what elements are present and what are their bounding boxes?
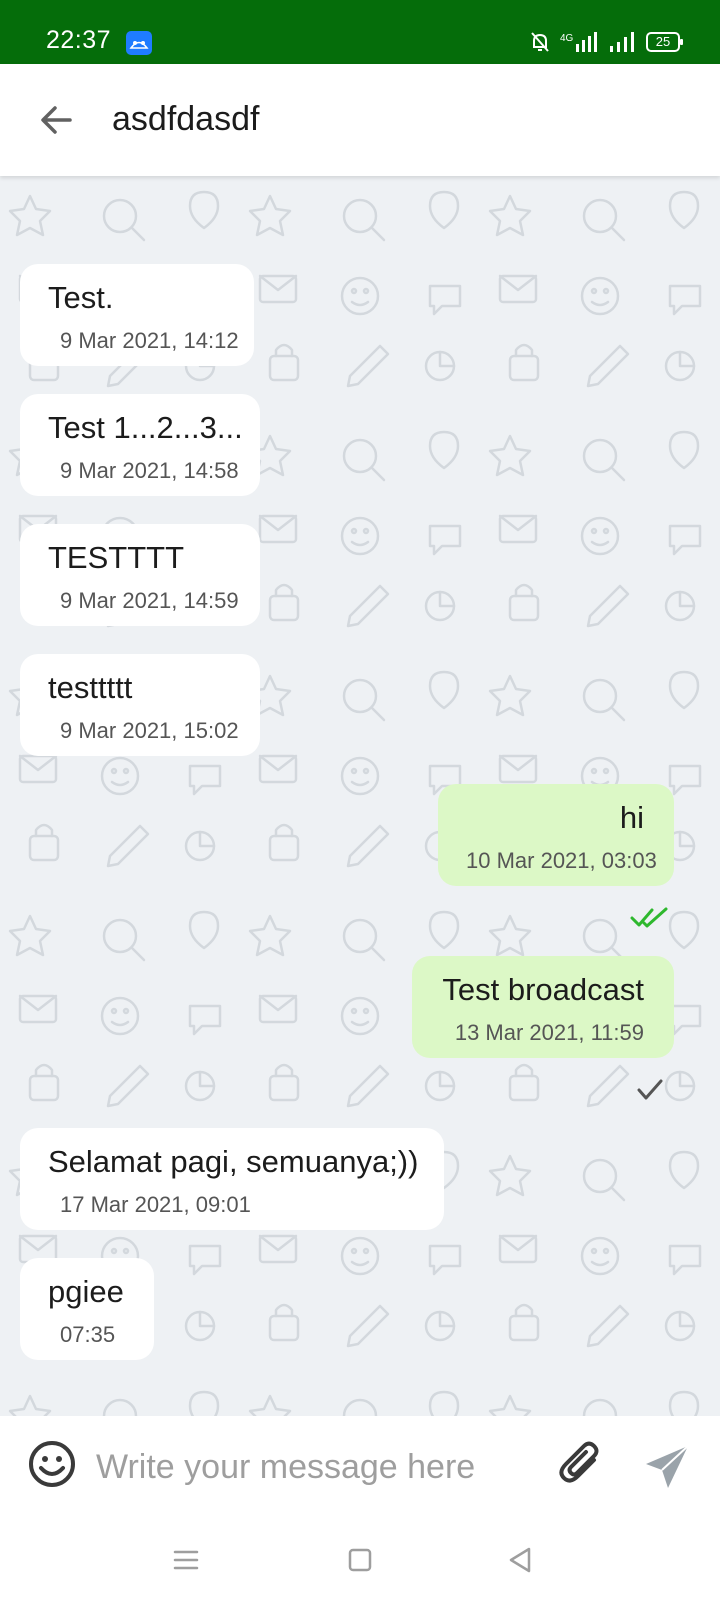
message-time: 10 Mar 2021, 03:03 [466,848,657,873]
message-time: 07:35 [60,1322,116,1347]
message-input-bar [0,1416,720,1520]
emoji-button[interactable] [26,1438,78,1490]
signal-4g-icon: 4G [560,32,597,52]
attach-button[interactable] [556,1438,608,1490]
message-bubble-incoming[interactable]: TESTTTT 9 Mar 2021, 14:59 [20,524,260,626]
status-bar: 22:37 4G 25 [0,0,720,64]
double-check-icon [630,907,668,928]
menu-icon [173,1550,199,1570]
message-text: Test 1...2...3... [48,410,243,445]
home-button[interactable] [342,1542,378,1578]
battery-icon: 25 [646,32,683,52]
message-bubble-outgoing[interactable]: Test broadcast 13 Mar 2021, 11:59 [412,956,674,1058]
svg-text:4G: 4G [560,33,574,44]
message-bubble-outgoing[interactable]: hi 10 Mar 2021, 03:03 [438,784,674,886]
attach-icon [559,1441,599,1483]
chat-area[interactable]: Test. 9 Mar 2021, 14:12 Test 1...2...3..… [0,176,720,1416]
message-text: Selamat pagi, semuanya;)) [48,1144,419,1179]
mute-icon [531,32,549,52]
message-time: 9 Mar 2021, 14:58 [60,458,239,483]
message-bubble-incoming[interactable]: Selamat pagi, semuanya;)) 17 Mar 2021, 0… [20,1128,444,1230]
message-text: pgiee [48,1274,124,1309]
send-icon [646,1445,689,1488]
message-time: 9 Mar 2021, 14:12 [60,328,239,353]
message-text: testtttt [48,670,133,705]
check-icon [637,1079,663,1100]
arrow-back-icon [41,106,72,134]
app-icon [126,31,152,55]
message-bubble-incoming[interactable]: pgiee 07:35 [20,1258,154,1360]
message-text: Test. [48,280,114,315]
send-button[interactable] [640,1440,694,1494]
message-bubble-incoming[interactable]: Test. 9 Mar 2021, 14:12 [20,264,254,366]
menu-button[interactable] [168,1542,204,1578]
message-time: 13 Mar 2021, 11:59 [454,1020,644,1045]
chat-header: asdfdasdf [0,64,720,176]
message-bubble-incoming[interactable]: testtttt 9 Mar 2021, 15:02 [20,654,260,756]
status-time: 22:37 [46,26,112,54]
back-triangle-icon [509,1547,531,1573]
message-time: 9 Mar 2021, 14:59 [60,588,239,613]
message-text: Test broadcast [442,972,644,1007]
status-icons: 4G 25 [530,28,683,56]
home-icon [348,1548,372,1572]
emoji-icon [29,1441,75,1487]
message-bubble-incoming[interactable]: Test 1...2...3... 9 Mar 2021, 14:58 [20,394,260,496]
back-nav-button[interactable] [502,1542,538,1578]
message-time: 9 Mar 2021, 15:02 [60,718,239,743]
message-text: hi [619,800,644,835]
signal-icon [610,32,634,52]
back-button[interactable] [30,94,82,146]
system-nav-bar [0,1520,720,1600]
chat-title: asdfdasdf [112,100,260,138]
message-input[interactable] [94,1436,528,1498]
message-time: 17 Mar 2021, 09:01 [60,1192,251,1217]
message-text: TESTTTT [48,540,185,575]
